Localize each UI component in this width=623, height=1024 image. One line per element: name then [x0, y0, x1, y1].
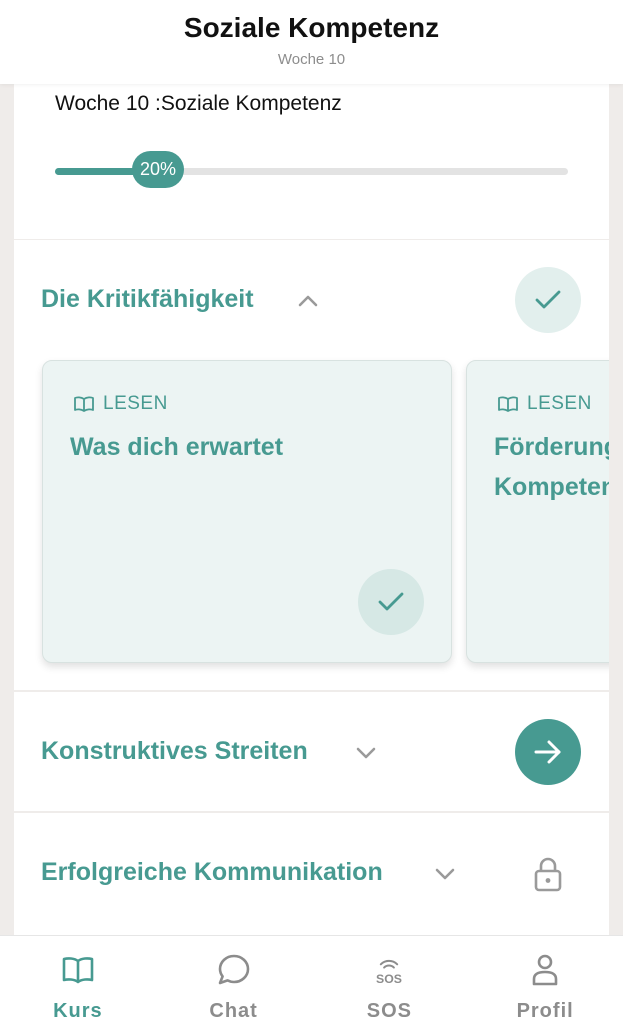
- lesson-card[interactable]: LESEN Was dich erwartet: [42, 360, 452, 663]
- tab-sos[interactable]: SOS SOS: [312, 936, 468, 1024]
- lesson-title: Was dich erwartet: [70, 433, 284, 461]
- progress-percent-badge: 20%: [132, 151, 184, 188]
- check-icon: [535, 290, 561, 309]
- chevron-down-icon[interactable]: [355, 746, 377, 760]
- tab-kurs[interactable]: Kurs: [0, 936, 156, 1024]
- check-icon: [378, 592, 404, 611]
- tab-profil[interactable]: Profil: [467, 936, 623, 1024]
- lesson-type-label: LESEN: [527, 393, 592, 414]
- page-title: Soziale Kompetenz: [183, 12, 440, 43]
- chat-bubble-icon: [216, 952, 252, 988]
- lesson-type-label: LESEN: [103, 393, 168, 414]
- week-progress-panel: Woche 10 :Soziale Kompetenz 20%: [14, 84, 609, 239]
- lesson-type-tag: LESEN: [497, 393, 592, 415]
- sos-icon-text: SOS: [376, 972, 402, 986]
- person-icon: [527, 952, 563, 988]
- bottom-tab-bar: Kurs Chat SOS SOS Profil: [0, 935, 623, 1024]
- section-konstruktives-streiten: Konstruktives Streiten: [14, 692, 609, 811]
- tab-label: Kurs: [53, 1000, 103, 1022]
- tab-label: SOS: [366, 1000, 412, 1022]
- header-bar: Soziale Kompetenz Woche 10: [0, 0, 623, 84]
- chevron-up-icon[interactable]: [297, 294, 319, 308]
- chevron-down-icon[interactable]: [434, 867, 456, 881]
- arrow-right-icon: [534, 740, 561, 764]
- lesson-type-tag: LESEN: [73, 393, 168, 415]
- book-open-icon: [498, 396, 518, 412]
- start-section-button[interactable]: [515, 719, 581, 785]
- lesson-title: Förderung Kompeten: [494, 433, 609, 501]
- tab-label: Profil: [516, 1000, 574, 1022]
- section-title-konstruktives-streiten[interactable]: Konstruktives Streiten: [41, 737, 308, 766]
- week-progress-title: Woche 10 :Soziale Kompetenz: [55, 92, 342, 115]
- book-open-icon: [74, 396, 94, 412]
- book-icon: [60, 952, 96, 988]
- section-erfolgreiche-kommunikation: Erfolgreiche Kommunikation: [14, 813, 609, 938]
- lesson-completed-badge: [358, 569, 424, 635]
- tab-label: Chat: [209, 1000, 258, 1022]
- tab-chat[interactable]: Chat: [156, 936, 312, 1024]
- lesson-card[interactable]: LESEN Förderung Kompeten: [466, 360, 609, 663]
- sos-icon: SOS: [371, 952, 407, 988]
- section-completed-badge: [515, 267, 581, 333]
- page-subtitle: Woche 10: [277, 51, 346, 68]
- section-title-kritikfaehigkeit[interactable]: Die Kritikfähigkeit: [41, 285, 254, 314]
- lock-icon: [534, 857, 562, 892]
- section-kritikfaehigkeit: Die Kritikfähigkeit LESEN Was dich erwar…: [14, 240, 609, 690]
- section-title-erfolgreiche-kommunikation[interactable]: Erfolgreiche Kommunikation: [41, 858, 383, 887]
